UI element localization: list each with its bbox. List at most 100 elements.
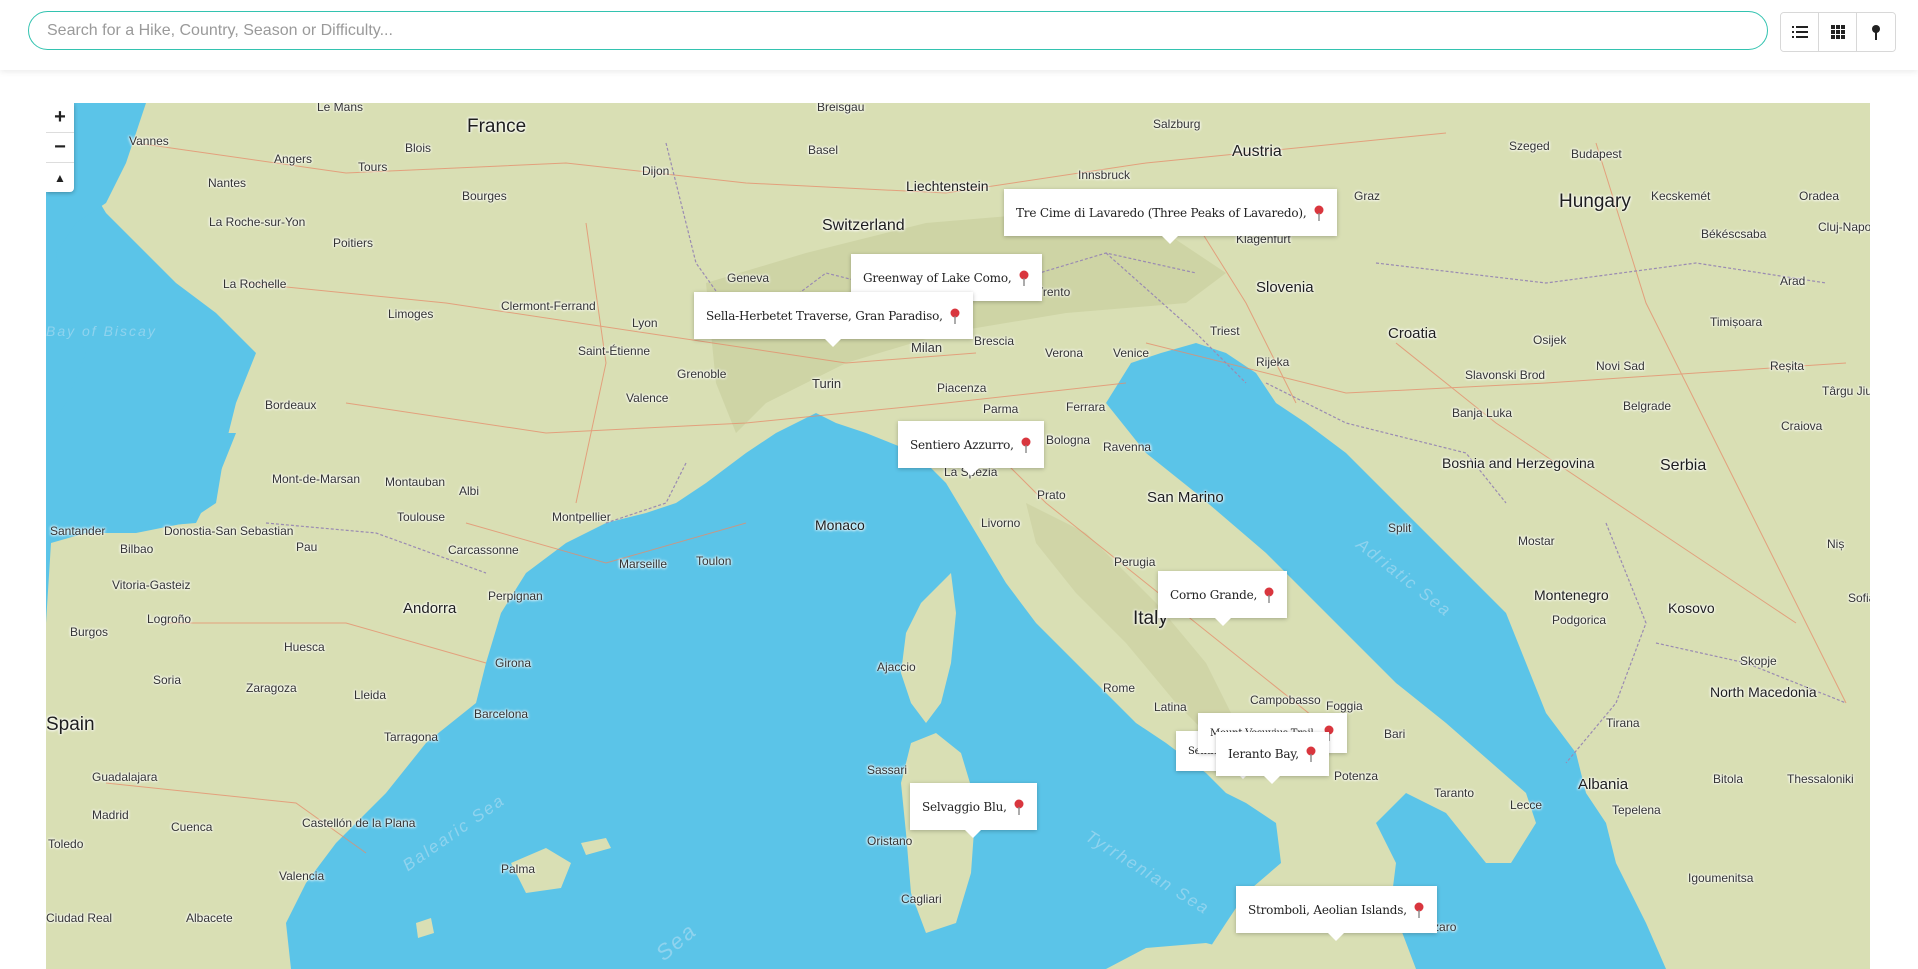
city-label: Guadalajara xyxy=(92,770,158,784)
city-label: Oradea xyxy=(1799,189,1840,203)
hike-popup-sentiero-azzurro[interactable]: Sentiero Azzurro, xyxy=(898,421,1044,476)
city-label: Reșita xyxy=(1770,359,1805,373)
city-label: Tirana xyxy=(1606,716,1640,730)
hike-popup-label: Sentiero Azzurro, xyxy=(910,437,1014,452)
city-label: Soria xyxy=(153,673,182,687)
city-label: Tepelena xyxy=(1612,803,1661,817)
city-label: Bologna xyxy=(1046,433,1091,447)
city-label: Slavonski Brod xyxy=(1465,368,1546,382)
map-view-button[interactable] xyxy=(1857,13,1895,51)
hike-popup-gran-paradiso[interactable]: Sella-Herbetet Traverse, Gran Paradiso, xyxy=(694,292,973,347)
island-ibiza xyxy=(416,918,434,938)
city-label: Piacenza xyxy=(937,381,987,395)
city-label: Perugia xyxy=(1114,555,1156,569)
search-input[interactable] xyxy=(28,11,1768,50)
country-label: Albania xyxy=(1578,776,1629,793)
city-label: Toulon xyxy=(696,554,732,568)
hike-popup-ieranto-bay[interactable]: Ieranto Bay, xyxy=(1216,732,1329,784)
city-label: La Rochelle xyxy=(223,277,287,291)
country-label: Austria xyxy=(1232,143,1282,160)
city-label: Palma xyxy=(501,862,536,876)
country-label: San Marino xyxy=(1147,489,1224,506)
city-label: Skopje xyxy=(1740,654,1777,668)
city-label: Montauban xyxy=(385,475,446,489)
country-label: Andorra xyxy=(403,600,457,617)
city-label: Arad xyxy=(1780,274,1806,288)
hike-popup-label: Sella-Herbetet Traverse, Gran Paradiso, xyxy=(706,308,943,323)
city-label: Valencia xyxy=(279,869,325,883)
country-label: Slovenia xyxy=(1256,279,1314,296)
city-label: Parma xyxy=(983,402,1019,416)
country-label: Montenegro xyxy=(1534,587,1609,603)
zoom-out-button[interactable]: − xyxy=(46,133,74,163)
hike-popup-corno-grande[interactable]: Corno Grande, xyxy=(1158,571,1288,626)
city-label: Valence xyxy=(626,391,669,405)
city-label: Barcelona xyxy=(474,707,529,721)
grid-icon xyxy=(1830,25,1845,39)
city-label: Thessaloniki xyxy=(1787,772,1854,786)
city-label: Osijek xyxy=(1533,333,1567,347)
city-label: Graz xyxy=(1354,189,1381,203)
list-view-button[interactable] xyxy=(1781,13,1819,51)
country-label: Liechtenstein xyxy=(906,178,989,194)
city-label: Blois xyxy=(405,141,432,155)
zoom-in-button[interactable]: + xyxy=(46,103,74,133)
city-label: Taranto xyxy=(1434,786,1475,800)
city-label: Brescia xyxy=(974,334,1015,348)
city-label: Castellón de la Plana xyxy=(302,816,416,830)
city-label: Vannes xyxy=(129,134,169,148)
map-pin-icon xyxy=(950,308,960,324)
hike-popup-tre-cime[interactable]: Tre Cime di Lavaredo (Three Peaks of Lav… xyxy=(1004,189,1337,244)
city-label: Mostar xyxy=(1518,534,1555,548)
hike-popup-label: Ieranto Bay, xyxy=(1228,747,1299,761)
city-label: Békéscsaba xyxy=(1701,227,1767,241)
sea-label: Bay of Biscay xyxy=(46,323,157,339)
city-label: Kecskemét xyxy=(1651,189,1711,203)
city-label: Mont-de-Marsan xyxy=(272,472,361,486)
city-label: Niș xyxy=(1827,537,1845,551)
hike-popup-label: Tre Cime di Lavaredo (Three Peaks of Lav… xyxy=(1016,205,1307,220)
country-label: North Macedonia xyxy=(1710,684,1817,700)
hike-map[interactable]: + − ▲ France Switzerland Liechtenstein A… xyxy=(46,103,1870,969)
city-label: Banja Luka xyxy=(1452,406,1513,420)
city-label: Santander xyxy=(50,524,106,538)
city-label: Bari xyxy=(1384,727,1406,741)
hike-popup-selvaggio-blu[interactable]: Selvaggio Blu, xyxy=(910,783,1037,838)
city-label: Tours xyxy=(358,160,388,174)
city-label: Montpellier xyxy=(552,510,611,524)
city-label: Triest xyxy=(1210,324,1240,338)
city-label: Madrid xyxy=(92,808,129,822)
map-basemap xyxy=(46,103,1870,969)
map-pin-icon xyxy=(1014,799,1024,815)
city-label: Split xyxy=(1388,521,1412,535)
city-label: Ferrara xyxy=(1066,400,1106,414)
city-label: Podgorica xyxy=(1552,613,1607,627)
city-label: Angers xyxy=(274,152,313,166)
list-icon xyxy=(1791,26,1808,38)
city-label: Craiova xyxy=(1781,419,1823,433)
city-label: Bourges xyxy=(462,189,507,203)
grid-view-button[interactable] xyxy=(1819,13,1857,51)
city-label: Verona xyxy=(1045,346,1084,360)
city-label: Geneva xyxy=(727,271,770,285)
city-label: Lyon xyxy=(632,316,658,330)
city-label: Bordeaux xyxy=(265,398,317,412)
city-label: Le Mans xyxy=(317,103,364,114)
city-label: Campobasso xyxy=(1250,693,1321,707)
city-label: Perpignan xyxy=(488,589,543,603)
reset-north-button[interactable]: ▲ xyxy=(46,163,74,192)
city-label: Grenoble xyxy=(677,367,727,381)
city-label: Novi Sad xyxy=(1596,359,1645,373)
city-label: Breisgau xyxy=(817,103,865,114)
map-pin-icon xyxy=(1019,270,1028,286)
country-label: Hungary xyxy=(1559,191,1631,212)
city-label: Logroño xyxy=(147,612,192,626)
hike-popup-label: Corno Grande, xyxy=(1170,587,1258,602)
city-label: Ravenna xyxy=(1103,440,1152,454)
city-label: Basel xyxy=(808,143,839,157)
city-label: Turin xyxy=(812,376,842,391)
island-corsica xyxy=(901,573,956,723)
city-label: Belgrade xyxy=(1623,399,1672,413)
hike-popup-stromboli[interactable]: Stromboli, Aeolian Islands, xyxy=(1236,886,1437,941)
map-pin-icon xyxy=(1021,437,1031,453)
